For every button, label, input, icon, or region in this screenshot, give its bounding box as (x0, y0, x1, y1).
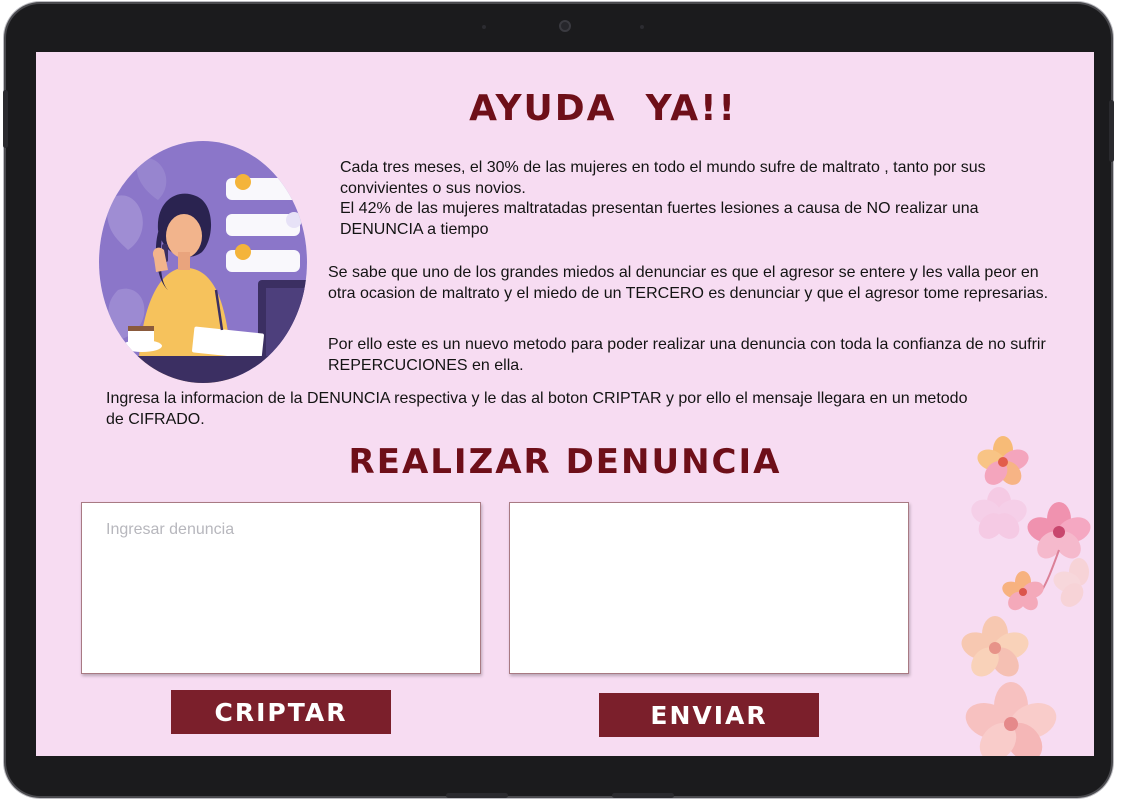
encrypt-button[interactable]: CRIPTAR (171, 690, 391, 734)
fear-paragraph: Se sabe que uno de los grandes miedos al… (328, 264, 1049, 302)
sensor-dot (482, 25, 486, 29)
form-title: REALIZAR DENUNCIA (348, 442, 782, 482)
front-camera (559, 20, 571, 32)
stat-paragraph-1: Cada tres meses, el 30% de las mujeres e… (340, 159, 986, 197)
method-paragraph: Por ello este es un nuevo metodo para po… (328, 336, 1046, 374)
instructions-paragraph: Ingresa la informacion de la DENUNCIA re… (106, 390, 968, 428)
side-button (3, 90, 8, 148)
flower-decoration (961, 436, 1091, 756)
stat-paragraph-2: El 42% de las mujeres maltratadas presen… (340, 200, 979, 238)
send-button[interactable]: ENVIAR (599, 693, 819, 737)
bottom-button (612, 793, 674, 798)
bottom-button (446, 793, 508, 798)
encrypted-output[interactable] (509, 502, 909, 674)
side-button (1109, 100, 1114, 162)
app-screen: AYUDA YA!! Cada tres meses, el 30% de la… (36, 52, 1094, 756)
woman-on-phone-illustration (99, 141, 307, 383)
complaint-input[interactable] (81, 502, 481, 674)
page-title: AYUDA YA!! (469, 88, 737, 129)
tablet-frame: AYUDA YA!! Cada tres meses, el 30% de la… (3, 4, 1114, 798)
sensor-dot (640, 25, 644, 29)
